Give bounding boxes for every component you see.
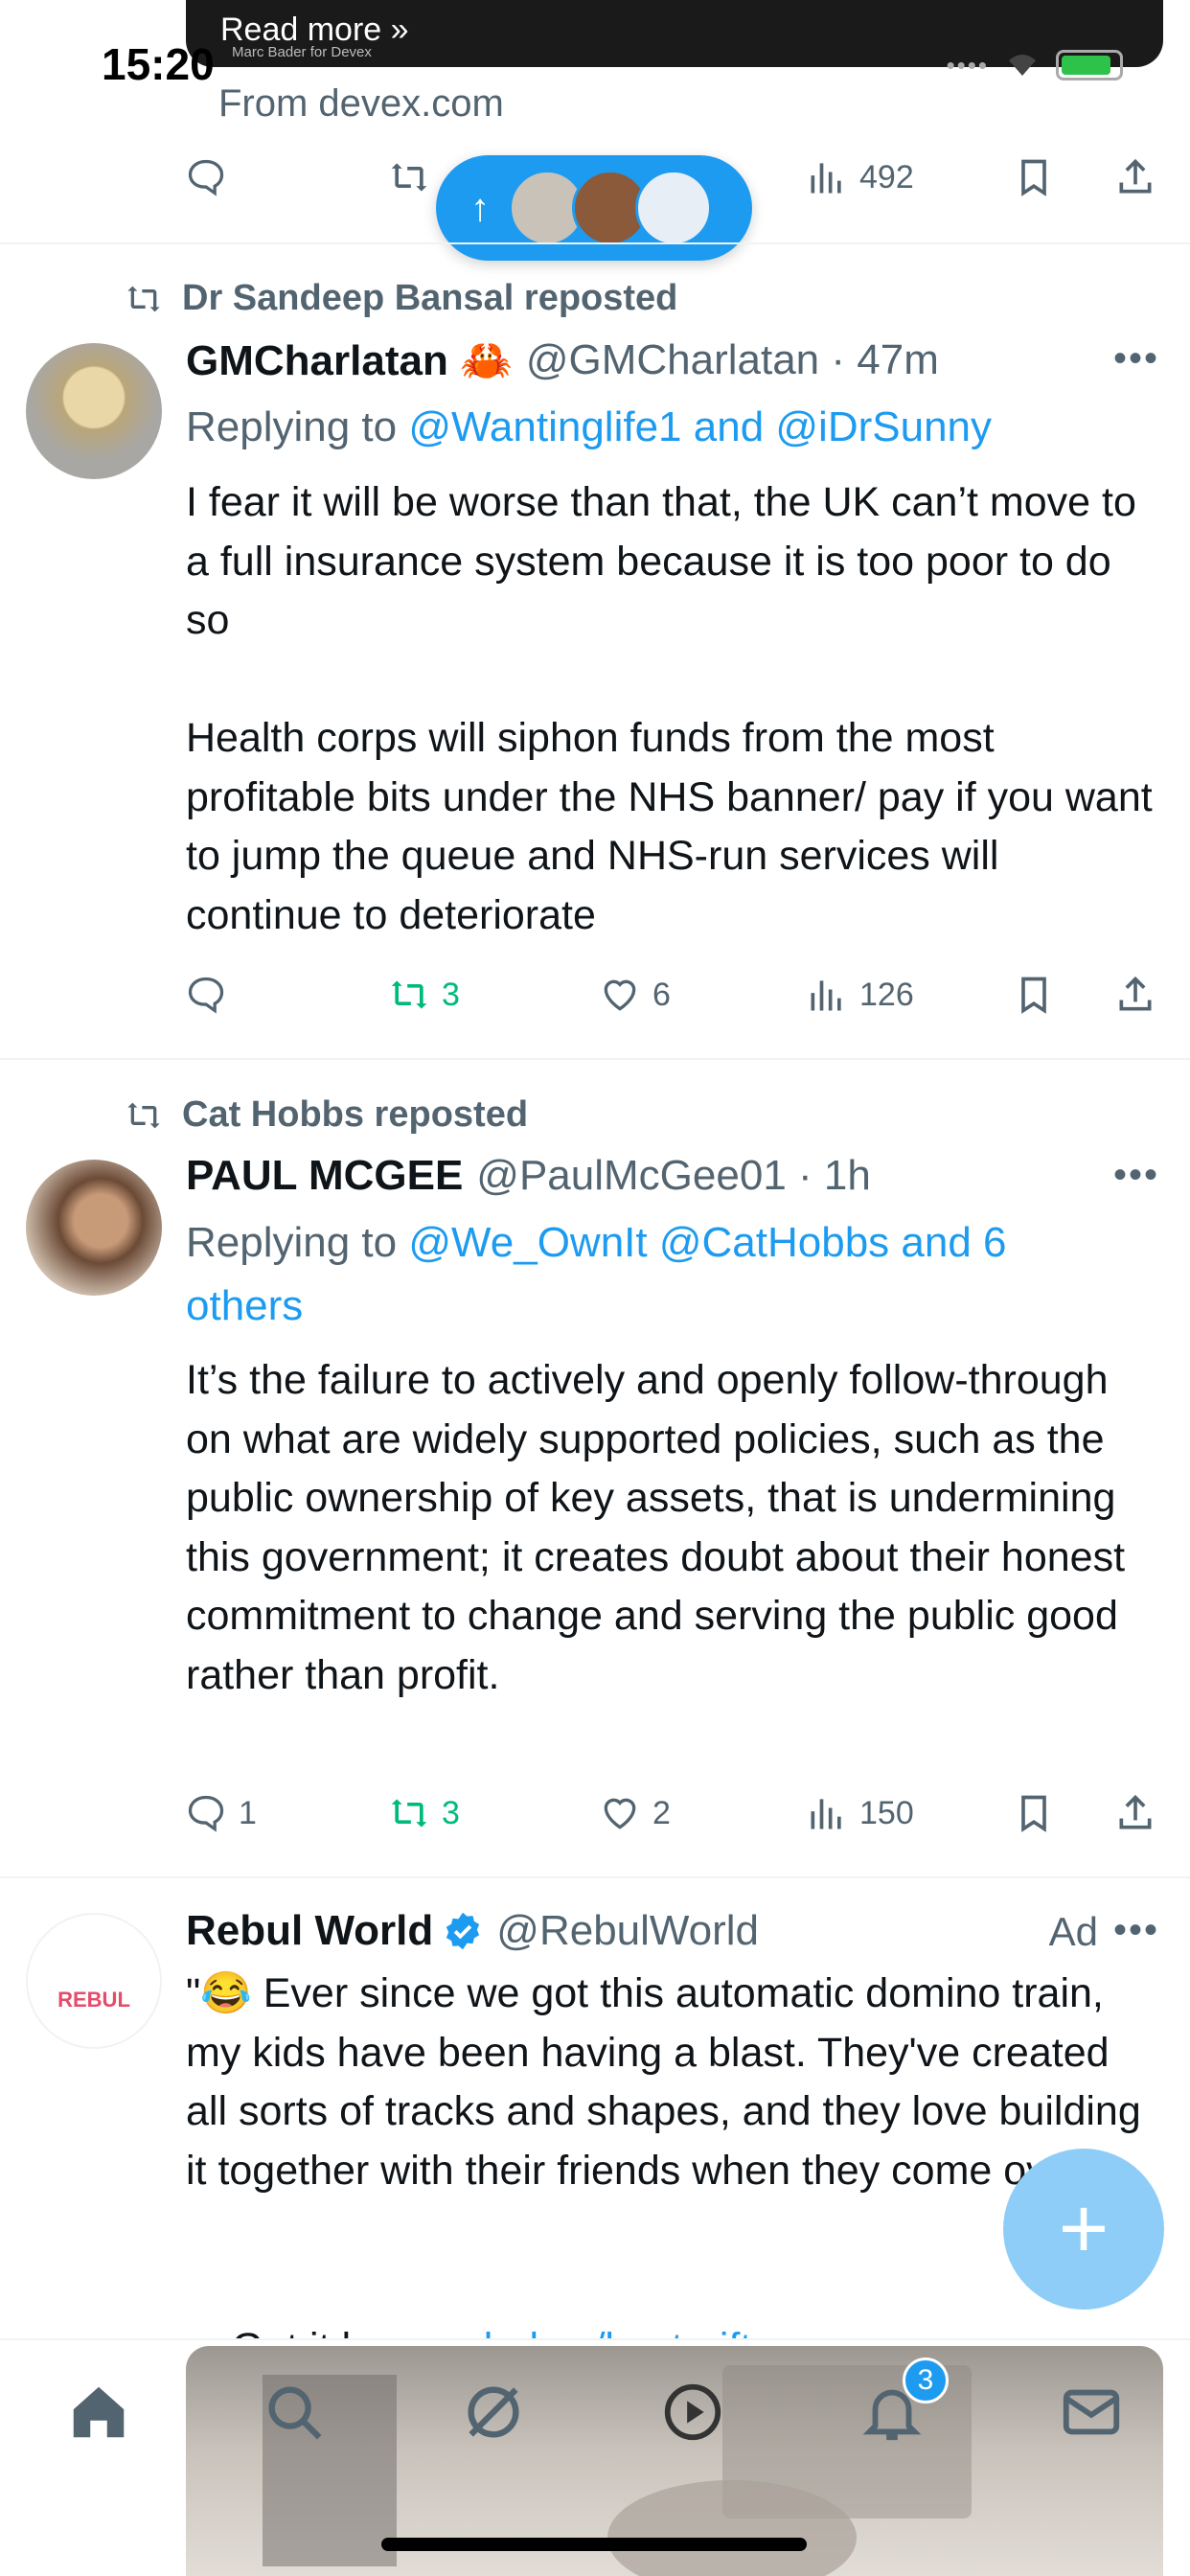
views-button[interactable]: 126 bbox=[806, 974, 914, 1016]
link-source[interactable]: From devex.com bbox=[218, 82, 504, 126]
repost-button[interactable]: 3 bbox=[388, 1792, 460, 1834]
bookmark-button[interactable] bbox=[1013, 156, 1055, 198]
tweet-header: PAUL MCGEE @PaulMcGee01 · 1h bbox=[186, 1152, 871, 1200]
more-options-icon[interactable]: ••• bbox=[1113, 1909, 1159, 1952]
new-posts-pill[interactable]: ↑ bbox=[436, 155, 752, 261]
tweet-text: It’s the failure to actively and openly … bbox=[186, 1357, 1136, 1698]
avatar[interactable] bbox=[26, 343, 162, 479]
views-button[interactable]: 492 bbox=[806, 156, 914, 198]
notification-badge: 3 bbox=[903, 2358, 949, 2404]
reply-context: Replying to @We_OwnIt @CatHobbs and 6 ot… bbox=[186, 1211, 1087, 1338]
repost-icon bbox=[127, 286, 160, 311]
reply-button[interactable] bbox=[185, 156, 227, 198]
arrow-up-icon: ↑ bbox=[470, 186, 490, 229]
repost-button[interactable]: 3 bbox=[388, 974, 460, 1016]
share-button[interactable] bbox=[1114, 156, 1156, 198]
repost-icon bbox=[127, 1102, 160, 1128]
bookmark-icon bbox=[1021, 159, 1046, 196]
repost-count: 3 bbox=[442, 1794, 460, 1831]
messages-icon[interactable] bbox=[1058, 2379, 1125, 2446]
handle[interactable]: @GMCharlatan · 47m bbox=[526, 336, 939, 384]
signal-icon: •••• bbox=[946, 50, 989, 80]
like-count: 6 bbox=[652, 976, 671, 1013]
home-indicator[interactable] bbox=[381, 2538, 807, 2551]
tweet-actions: 3 6 126 bbox=[185, 966, 1162, 1024]
more-options-icon[interactable]: ••• bbox=[1113, 337, 1159, 380]
views-icon bbox=[811, 1799, 841, 1829]
like-button[interactable]: 6 bbox=[599, 974, 671, 1016]
handle[interactable]: @RebulWorld bbox=[496, 1907, 759, 1955]
handle[interactable]: @PaulMcGee01 · 1h bbox=[476, 1152, 871, 1200]
wifi-icon bbox=[1009, 55, 1036, 76]
bookmark-button[interactable] bbox=[1013, 974, 1055, 1016]
repost-icon bbox=[391, 980, 427, 1009]
share-icon bbox=[1119, 1794, 1152, 1829]
share-icon bbox=[1119, 976, 1152, 1011]
repost-icon bbox=[391, 163, 427, 192]
reply-button[interactable] bbox=[185, 974, 227, 1016]
compose-post-button[interactable]: + bbox=[1003, 2149, 1164, 2310]
reply-count: 1 bbox=[239, 1794, 257, 1831]
like-button[interactable]: 2 bbox=[599, 1792, 671, 1834]
views-icon bbox=[811, 163, 841, 194]
repost-label: Cat Hobbs reposted bbox=[182, 1094, 529, 1135]
battery-icon bbox=[1056, 50, 1123, 80]
views-count: 126 bbox=[859, 976, 914, 1013]
repost-button[interactable] bbox=[388, 156, 430, 198]
bookmark-icon bbox=[1021, 977, 1046, 1014]
status-time: 15:20 bbox=[102, 39, 215, 89]
repost-icon bbox=[391, 1799, 427, 1828]
avatar[interactable]: REBUL bbox=[26, 1913, 162, 2049]
share-icon bbox=[1119, 158, 1152, 194]
display-name[interactable]: Rebul World bbox=[186, 1907, 433, 1955]
repost-label: Dr Sandeep Bansal reposted bbox=[182, 278, 678, 318]
avatar bbox=[635, 170, 712, 246]
divider bbox=[0, 1876, 1190, 1878]
plus-icon: + bbox=[1058, 2180, 1110, 2277]
search-icon[interactable] bbox=[261, 2379, 328, 2446]
display-name[interactable]: GMCharlatan 🦀 bbox=[186, 335, 513, 385]
status-icons: •••• bbox=[947, 50, 1123, 80]
tweet-actions: 1 3 2 150 bbox=[185, 1784, 1162, 1842]
avatar-logo-text: REBUL bbox=[57, 1988, 130, 2012]
bookmark-icon bbox=[1021, 1795, 1046, 1832]
share-button[interactable] bbox=[1114, 1792, 1156, 1834]
tweet-text: "😂 Ever since we got this automatic domi… bbox=[186, 1970, 1153, 2194]
video-icon[interactable] bbox=[659, 2379, 726, 2446]
heart-icon bbox=[604, 1798, 636, 1829]
home-icon[interactable] bbox=[65, 2379, 132, 2446]
tweet-text: I fear it will be worse than that, the U… bbox=[186, 479, 1153, 938]
share-button[interactable] bbox=[1114, 974, 1156, 1016]
ad-label: Ad bbox=[1048, 1909, 1098, 1954]
views-count: 492 bbox=[859, 158, 914, 196]
reply-mentions[interactable]: @Wantinglife1 and @iDrSunny bbox=[408, 403, 992, 450]
tweet-header: GMCharlatan 🦀 @GMCharlatan · 47m bbox=[186, 335, 939, 385]
reply-prefix: Replying to bbox=[186, 403, 409, 450]
reply-icon bbox=[188, 159, 224, 196]
reply-button[interactable]: 1 bbox=[185, 1792, 257, 1834]
display-name[interactable]: PAUL MCGEE bbox=[186, 1152, 463, 1200]
media-credit: Marc Bader for Devex bbox=[232, 44, 372, 60]
tweet-header: Rebul World @RebulWorld bbox=[186, 1907, 759, 1955]
divider bbox=[0, 242, 1190, 244]
repost-context: Dr Sandeep Bansal reposted bbox=[123, 278, 677, 319]
reply-context: Replying to @Wantinglife1 and @iDrSunny bbox=[186, 396, 1144, 459]
views-button[interactable]: 150 bbox=[806, 1792, 914, 1834]
like-count: 2 bbox=[652, 1794, 671, 1831]
reply-icon bbox=[188, 1795, 224, 1832]
bookmark-button[interactable] bbox=[1013, 1792, 1055, 1834]
reply-prefix: Replying to bbox=[186, 1219, 409, 1266]
more-options-icon[interactable]: ••• bbox=[1113, 1154, 1159, 1197]
heart-icon bbox=[604, 979, 636, 1011]
views-count: 150 bbox=[859, 1794, 914, 1831]
divider bbox=[0, 1058, 1190, 1060]
reply-icon bbox=[188, 977, 224, 1014]
repost-context: Cat Hobbs reposted bbox=[123, 1094, 528, 1136]
repost-count: 3 bbox=[442, 976, 460, 1013]
avatar[interactable] bbox=[26, 1160, 162, 1296]
views-icon bbox=[811, 980, 841, 1011]
grok-icon[interactable] bbox=[460, 2379, 527, 2446]
verified-badge-icon bbox=[446, 1912, 480, 1950]
